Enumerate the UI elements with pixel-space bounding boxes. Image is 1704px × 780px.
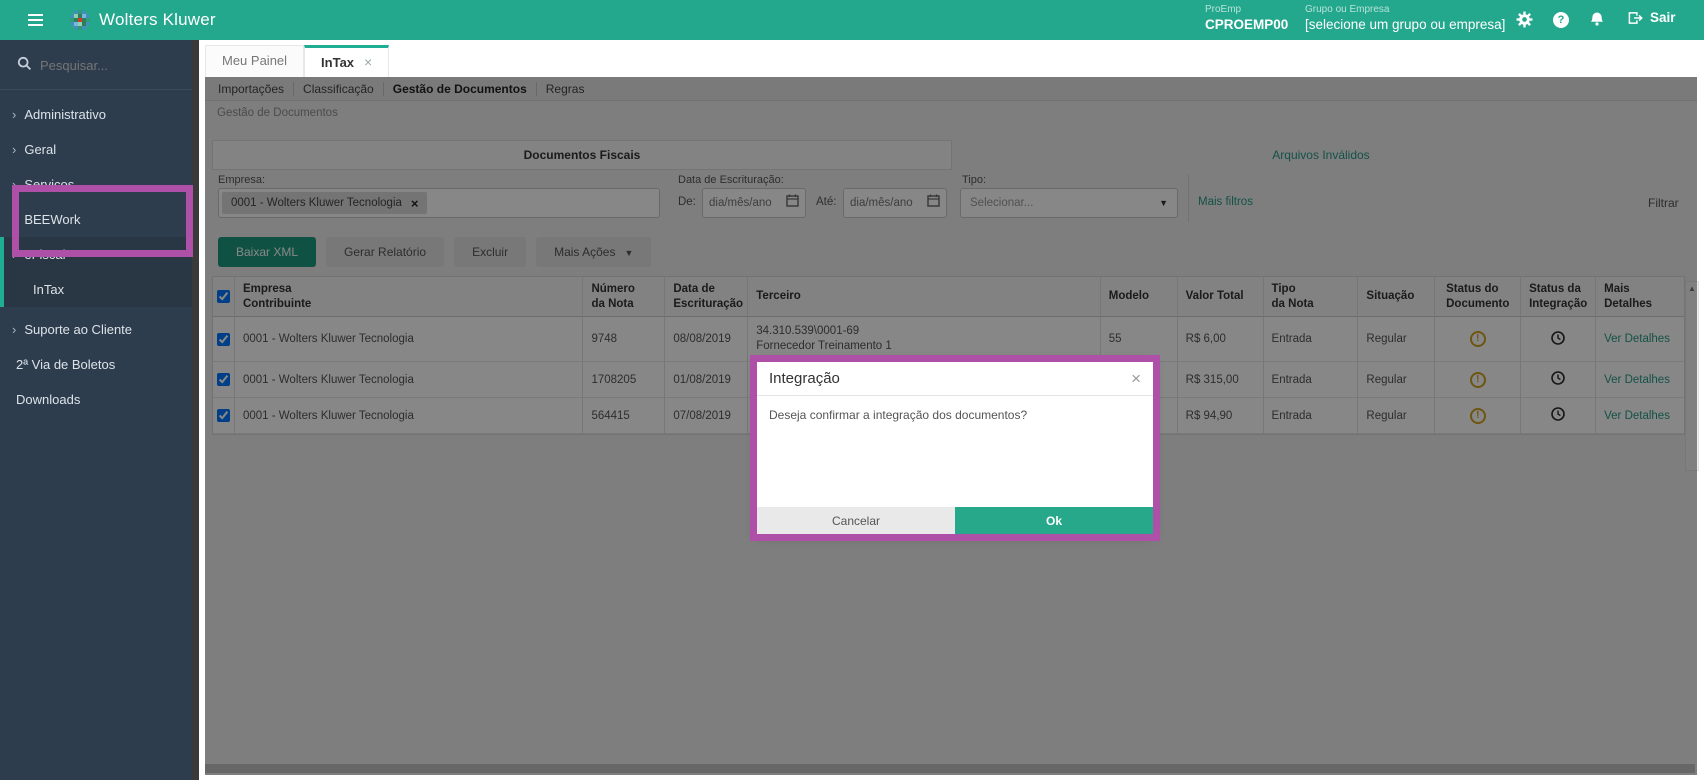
- sidebar-item-2a-via-de-boletos[interactable]: 2ª Via de Boletos: [0, 347, 192, 382]
- sidebar-item-geral[interactable]: › Geral: [0, 132, 192, 167]
- dialog-title: Integração: [769, 370, 840, 387]
- dialog-message: Deseja confirmar a integração dos docume…: [769, 408, 1028, 422]
- brand-title: Wolters Kluwer: [99, 10, 216, 29]
- dialog-footer: Cancelar Ok: [757, 507, 1153, 534]
- group-company-value: [selecione um grupo ou empresa]: [1305, 16, 1506, 32]
- group-company-selector[interactable]: Grupo ou Empresa [selecione um grupo ou …: [1305, 4, 1505, 33]
- logout-button[interactable]: Sair: [1628, 10, 1676, 25]
- notifications-bell-icon[interactable]: [1589, 11, 1607, 29]
- proemp-selector[interactable]: ProEmp CPROEMP00: [1205, 4, 1288, 33]
- wolters-kluwer-logo-icon: [70, 10, 90, 35]
- sidebar-search: [0, 52, 192, 90]
- sidebar-item-downloads[interactable]: Downloads: [0, 382, 192, 417]
- group-company-label: Grupo ou Empresa: [1305, 4, 1390, 15]
- dialog-header: Integração ×: [757, 362, 1153, 396]
- ok-button[interactable]: Ok: [955, 507, 1153, 534]
- help-icon[interactable]: ?: [1553, 12, 1569, 28]
- search-input[interactable]: [40, 58, 180, 73]
- chevron-right-icon: ›: [12, 322, 17, 337]
- sidebar-item-servicos[interactable]: › Serviços: [0, 167, 192, 202]
- sidebar-item-beework[interactable]: › BEEWork: [0, 202, 192, 237]
- chevron-right-icon: ›: [12, 107, 17, 122]
- logout-label: Sair: [1650, 10, 1676, 25]
- sidebar-item-efiscal[interactable]: › eFiscal: [0, 237, 192, 272]
- integration-confirm-dialog: Integração × Deseja confirmar a integraç…: [757, 362, 1153, 534]
- chevron-right-icon: ›: [12, 177, 17, 192]
- proemp-value: CPROEMP00: [1205, 16, 1289, 32]
- proemp-label: ProEmp: [1205, 4, 1242, 15]
- cancel-button[interactable]: Cancelar: [757, 507, 955, 534]
- sidebar-item-administrativo[interactable]: › Administrativo: [0, 97, 192, 132]
- chevron-right-icon: ›: [12, 142, 17, 157]
- tab-close-icon[interactable]: ×: [364, 49, 372, 76]
- tab-intax[interactable]: InTax ×: [304, 45, 390, 77]
- sidebar-item-intax[interactable]: InTax: [0, 272, 192, 307]
- sidebar: ›Administrativo ›Geral ›Serviços ›BEEWor…: [0, 40, 192, 780]
- close-icon[interactable]: ×: [1131, 369, 1141, 389]
- hamburger-menu-icon[interactable]: [28, 14, 43, 26]
- search-icon: [17, 56, 32, 76]
- chevron-right-icon: ›: [12, 247, 17, 262]
- chevron-right-icon: ›: [12, 212, 17, 227]
- tab-meu-painel[interactable]: Meu Painel: [205, 45, 305, 77]
- tab-bar: Meu Painel InTax ×: [205, 45, 390, 77]
- settings-gear-icon[interactable]: [1516, 11, 1534, 29]
- logout-icon: [1628, 11, 1643, 24]
- application-window: Wolters Kluwer ProEmp CPROEMP00 Grupo ou…: [0, 0, 1704, 780]
- sidebar-scrollbar[interactable]: [192, 40, 199, 780]
- top-bar: Wolters Kluwer ProEmp CPROEMP00 Grupo ou…: [0, 0, 1704, 40]
- sidebar-item-suporte-ao-cliente[interactable]: › Suporte ao Cliente: [0, 312, 192, 347]
